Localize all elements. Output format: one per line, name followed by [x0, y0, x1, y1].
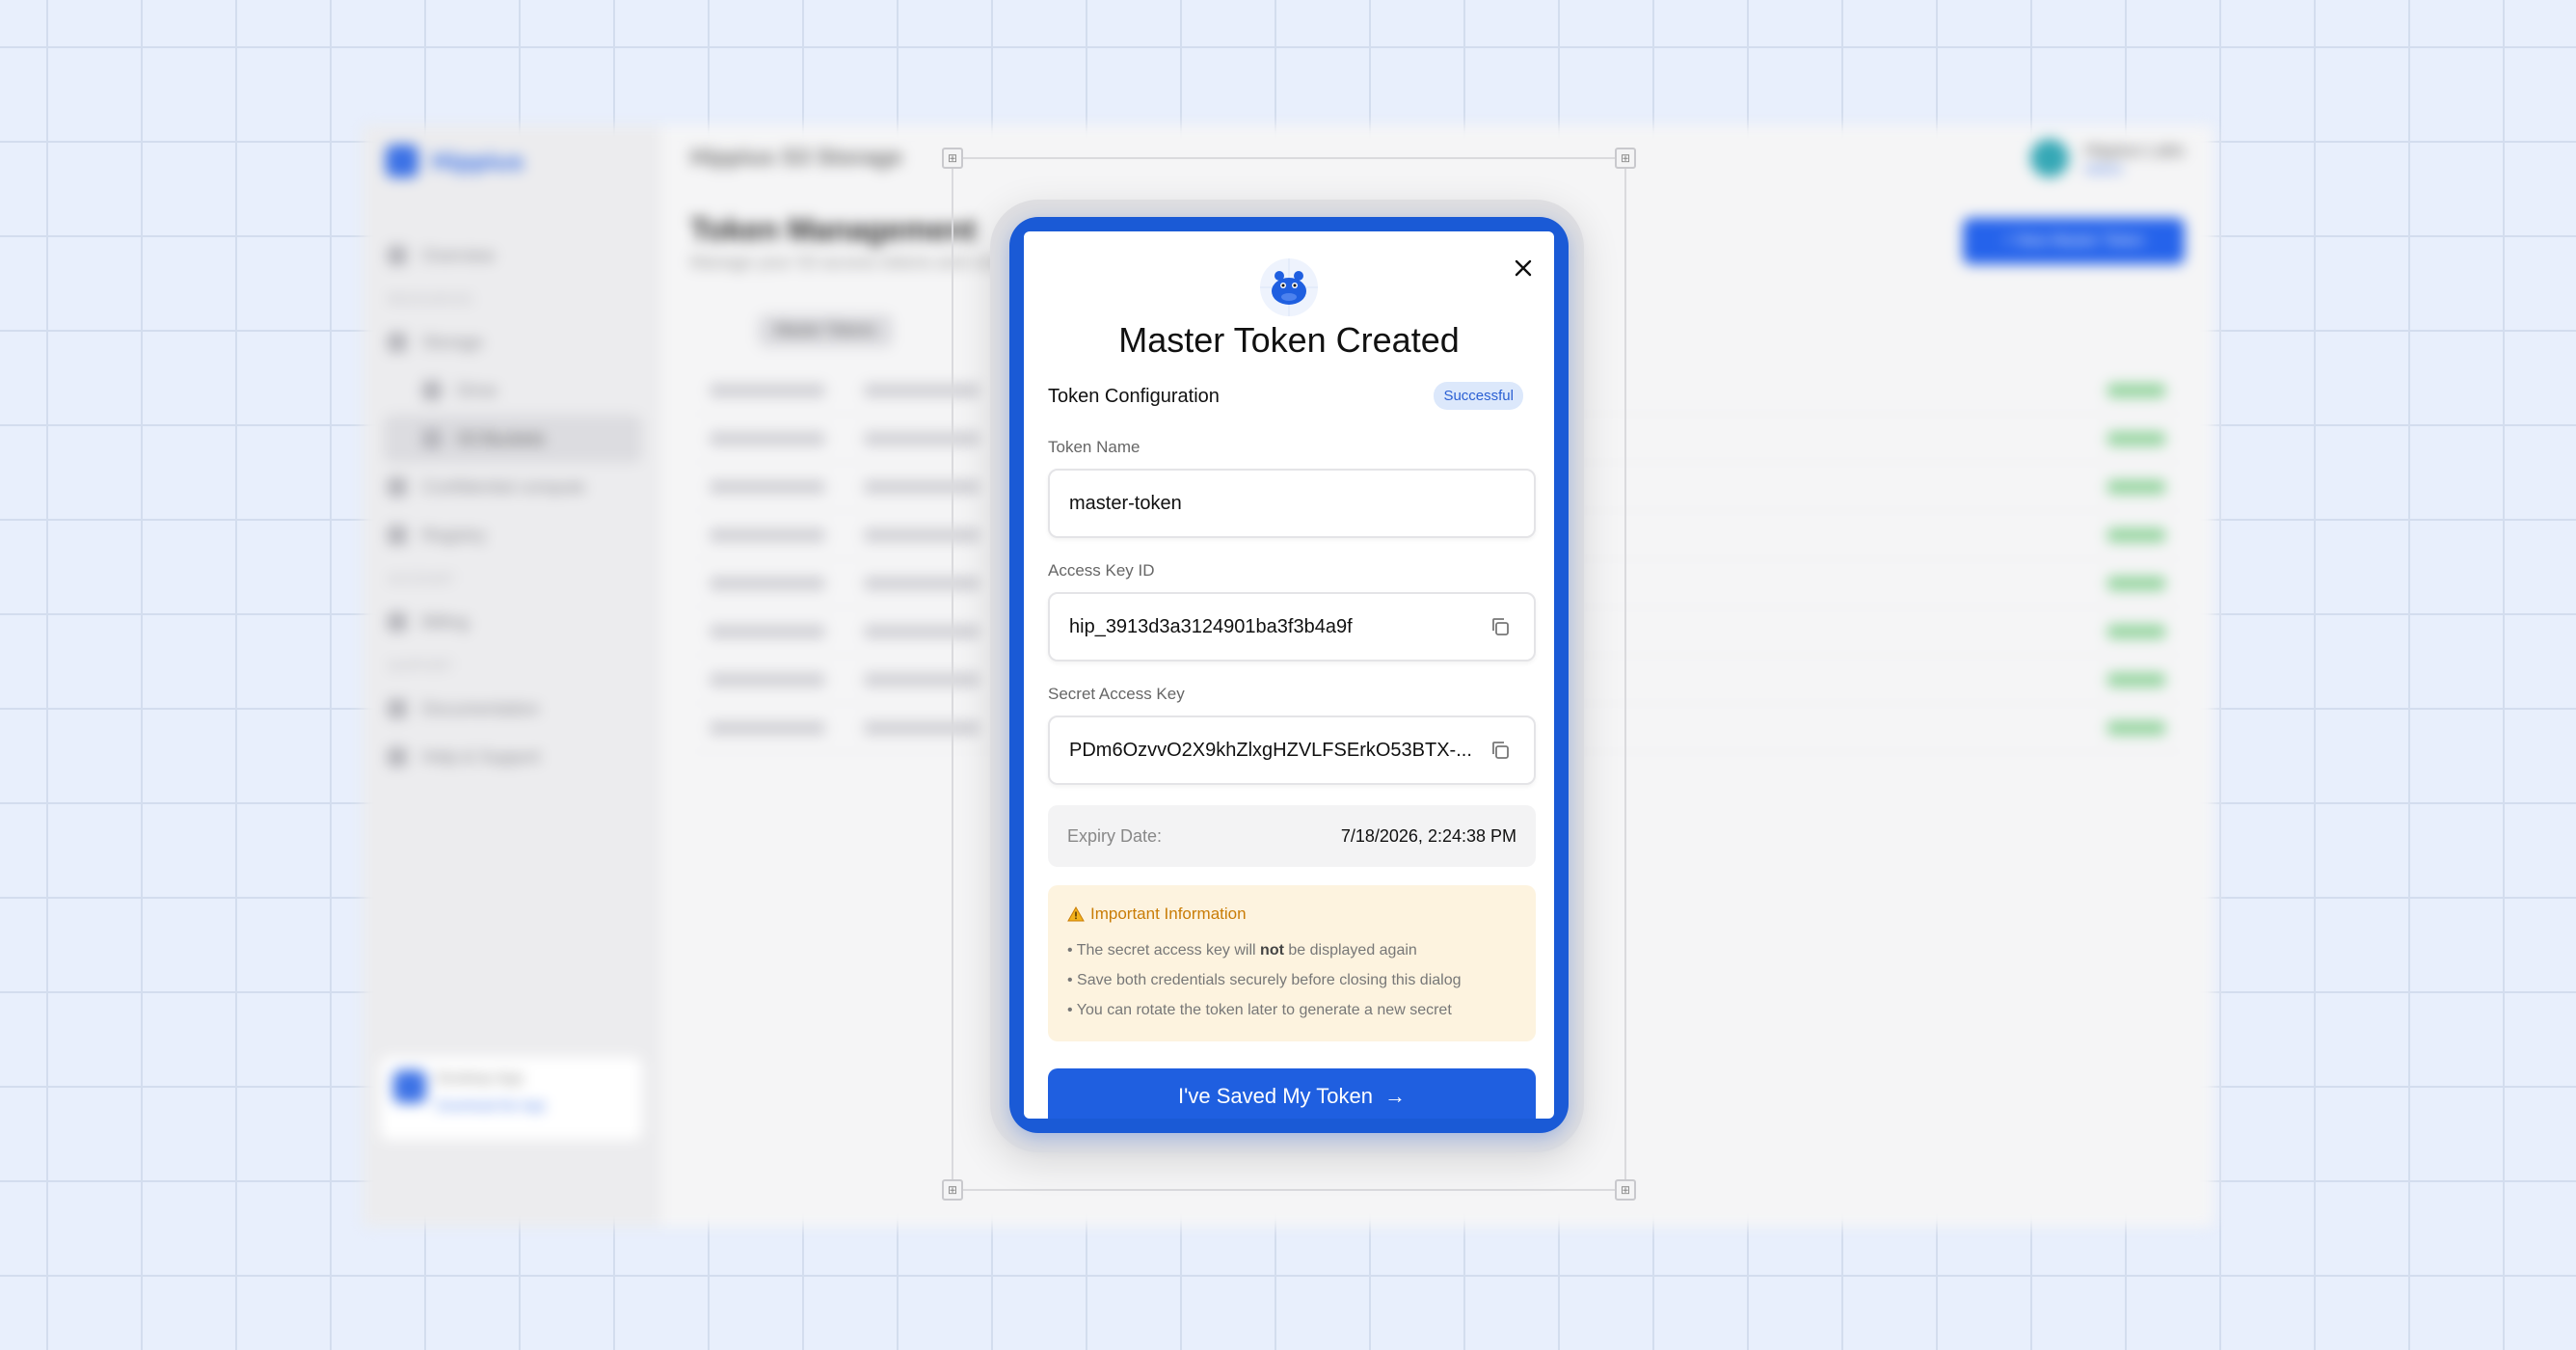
warning-line-3: • You can rotate the token later to gene…: [1067, 1002, 1452, 1018]
sidebar-item-docs[interactable]: Documentation: [384, 685, 642, 733]
table-cell: [710, 624, 825, 638]
arrow-right-icon: →: [1383, 1084, 1406, 1108]
storage-icon: [388, 333, 407, 352]
token-created-dialog: Master Token Created Token Configuration…: [1024, 231, 1554, 1119]
resize-handle-icon[interactable]: ⊞: [1615, 1179, 1636, 1201]
avatar: [2029, 139, 2069, 177]
expiry-row: Expiry Date: 7/18/2026, 2:24:38 PM: [1048, 805, 1536, 867]
copy-icon: [1492, 618, 1509, 635]
promo-title: Desktop App: [436, 1070, 523, 1087]
token-configuration-label: Token Configuration: [1048, 386, 1220, 407]
status-badge: [2107, 479, 2165, 494]
compute-icon: [388, 477, 407, 497]
warning-title: Important Information: [1090, 904, 1247, 923]
secret-key-label: Secret Access Key: [1048, 685, 1185, 703]
close-icon: [1515, 259, 1532, 277]
sidebar-item-overview[interactable]: Overview: [384, 231, 642, 280]
status-badge: [2107, 672, 2165, 687]
brand-name: Hippius: [432, 146, 524, 176]
nav-section-support: SUPPORT: [388, 658, 453, 673]
topbar-title: Hippius S3 Storage: [690, 145, 903, 171]
table-cell: [710, 383, 825, 397]
table-cell: [710, 479, 825, 494]
table-cell: [710, 720, 825, 735]
sidebar-item-compute[interactable]: Confidential compute: [384, 463, 642, 511]
brand-logo-icon: [386, 145, 418, 177]
user-name: Hippius Labs: [2083, 140, 2185, 160]
nav-section-account: ACCOUNT: [388, 571, 455, 586]
status-badge: [2107, 431, 2165, 446]
resize-handle-icon[interactable]: ⊞: [942, 148, 963, 169]
desktop-app-icon: [393, 1070, 426, 1103]
warning-heading: Important Information: [1067, 904, 1516, 924]
token-name-value: master-token: [1069, 492, 1182, 514]
status-badge: [2107, 527, 2165, 542]
warning-line-2: • Save both credentials securely before …: [1067, 972, 1462, 988]
sidebar-item-drive[interactable]: Drive: [384, 366, 642, 415]
hippo-mascot-icon: [1260, 258, 1318, 316]
sidebar-item-storage[interactable]: Storage: [384, 318, 642, 366]
resize-handle-icon[interactable]: ⊞: [1615, 148, 1636, 169]
table-cell: [710, 576, 825, 590]
billing-icon: [388, 612, 407, 632]
sidebar: Hippius Overview RESOURCES Storage Drive…: [362, 125, 661, 1227]
dialog-title: Master Token Created: [1118, 320, 1460, 360]
table-cell: [710, 431, 825, 446]
sidebar-nav: Overview RESOURCES Storage Drive S3 Buck…: [384, 231, 642, 781]
drive-icon: [422, 381, 442, 400]
warning-line-1: • The secret access key will not be disp…: [1067, 942, 1417, 958]
access-key-label: Access Key ID: [1048, 561, 1155, 580]
status-badge: [2107, 383, 2165, 397]
expiry-label: Expiry Date:: [1067, 825, 1163, 846]
sidebar-item-help[interactable]: Help & Support: [384, 733, 642, 781]
desktop-app-promo[interactable]: Desktop App Download the App: [380, 1057, 642, 1140]
close-button[interactable]: [1504, 249, 1543, 287]
help-icon: [388, 747, 407, 767]
user-role: Admin: [2083, 160, 2123, 176]
docs-icon: [388, 699, 407, 718]
page-title: Token Management: [690, 212, 977, 247]
expiry-value: 7/18/2026, 2:24:38 PM: [1340, 825, 1516, 846]
status-badge: [2107, 624, 2165, 638]
sidebar-item-billing[interactable]: Billing: [384, 598, 642, 646]
copy-secret-key-button[interactable]: [1486, 736, 1515, 765]
warning-icon: [1067, 906, 1085, 922]
access-key-field[interactable]: hip_3913d3a3124901ba3f3b4a9f: [1048, 592, 1536, 662]
sidebar-item-registry[interactable]: Registry: [384, 511, 642, 559]
table-cell: [710, 672, 825, 687]
secret-key-value: PDm6OzvvO2X9khZlxgHZVLFSErkO53BTX-...: [1069, 739, 1472, 761]
status-badge: Successful: [1434, 382, 1523, 410]
access-key-value: hip_3913d3a3124901ba3f3b4a9f: [1069, 615, 1353, 637]
copy-icon: [1492, 742, 1509, 759]
token-name-field[interactable]: master-token: [1048, 469, 1536, 538]
saved-token-button[interactable]: I've Saved My Token →: [1048, 1068, 1536, 1119]
copy-access-key-button[interactable]: [1486, 612, 1515, 641]
registry-icon: [388, 526, 407, 545]
user-menu[interactable]: Hippius Labs Admin: [2029, 139, 2185, 177]
status-badge: [2107, 720, 2165, 735]
new-master-token-button[interactable]: + New Master Token: [1963, 218, 2185, 264]
sidebar-item-s3-buckets[interactable]: S3 Buckets: [384, 415, 642, 463]
resize-handle-icon[interactable]: ⊞: [942, 1179, 963, 1201]
status-badge: [2107, 576, 2165, 590]
promo-link[interactable]: Download the App: [436, 1097, 629, 1113]
important-information-box: Important Information • The secret acces…: [1048, 885, 1536, 1041]
nav-section-resources: RESOURCES: [388, 291, 473, 307]
tab-master-tokens[interactable]: Master Tokens: [758, 314, 893, 347]
table-cell: [710, 527, 825, 542]
secret-key-field[interactable]: PDm6OzvvO2X9khZlxgHZVLFSErkO53BTX-...: [1048, 716, 1536, 785]
token-name-label: Token Name: [1048, 438, 1140, 456]
brand: Hippius: [386, 145, 523, 177]
saved-token-button-label: I've Saved My Token: [1178, 1084, 1373, 1108]
bucket-icon: [422, 429, 442, 448]
overview-icon: [388, 246, 407, 265]
